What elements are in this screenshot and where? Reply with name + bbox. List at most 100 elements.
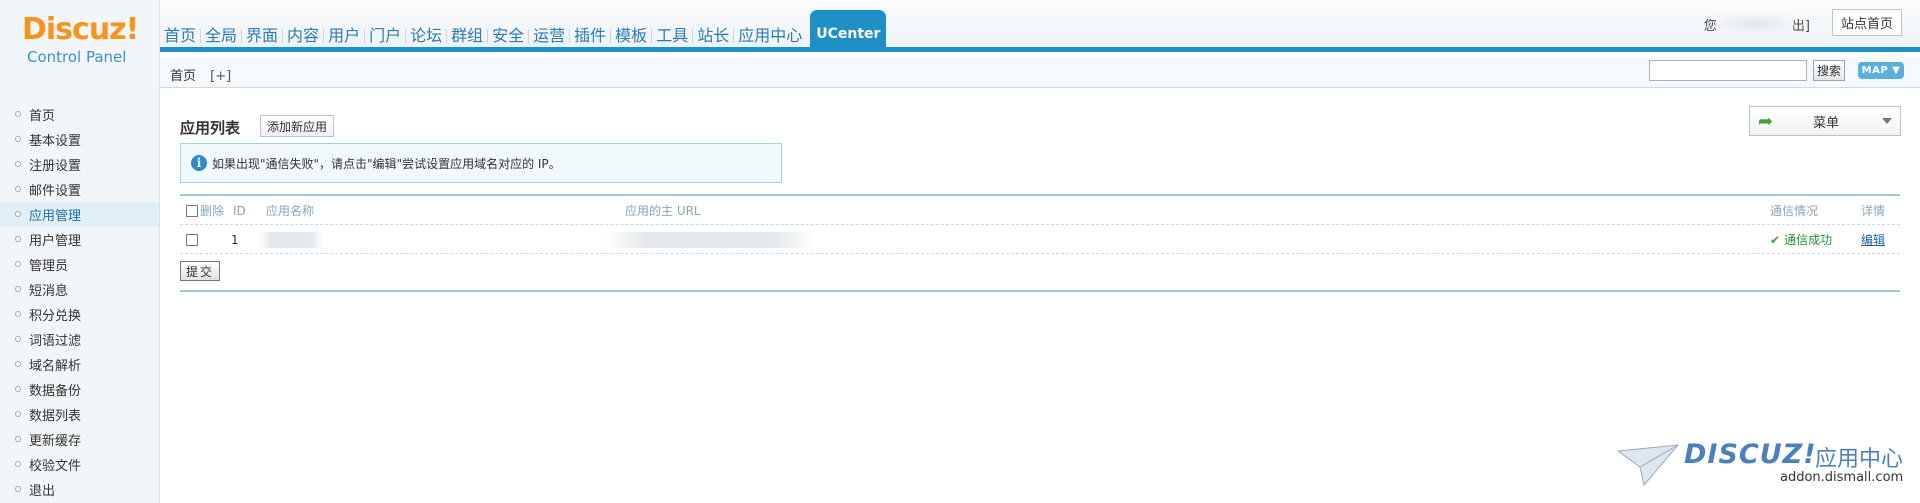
bullet-icon <box>15 361 21 367</box>
bullet-icon <box>15 336 21 342</box>
watermark-logo: DISCUZ! <box>1684 439 1817 470</box>
header-status: 通信情况 <box>1770 204 1819 218</box>
paper-plane-icon <box>1618 444 1680 487</box>
info-icon: i <box>191 155 207 171</box>
nav-item[interactable]: 门户 <box>365 10 405 52</box>
logo-subtitle: Control Panel <box>27 48 127 66</box>
bullet-icon <box>15 311 21 317</box>
select-all-checkbox[interactable] <box>186 196 198 225</box>
bullet-icon <box>15 111 21 117</box>
bullet-icon <box>15 236 21 242</box>
edit-cell: 编辑 <box>1861 225 1885 254</box>
sidebar: 首页基本设置注册设置邮件设置 应用管理用户管理管理员短消息积分兑换词语过滤域名解析… <box>0 88 160 503</box>
breadcrumb-home[interactable]: 首页 <box>170 69 196 84</box>
bullet-icon <box>15 486 21 492</box>
add-shortcut-button[interactable]: [+] <box>210 69 231 84</box>
submit-row: 提交 <box>180 254 1900 292</box>
watermark-url: addon.dismall.com <box>1780 470 1904 485</box>
sidebar-item-label: 退出 <box>29 484 56 499</box>
sub-bar: 首页 [+] 搜索 MAP ▼ <box>160 57 1920 88</box>
sidebar-item-label: 积分兑换 <box>29 309 82 324</box>
sidebar-item[interactable]: 域名解析 <box>0 352 159 377</box>
table-header: 删除 ID 应用名称 应用的主 URL 通信情况 详情 <box>180 196 1900 225</box>
share-arrow-icon: ➦ <box>1758 110 1774 132</box>
sidebar-item[interactable]: 应用管理 <box>0 202 159 227</box>
bullet-icon <box>15 436 21 442</box>
sidebar-item-label: 注册设置 <box>29 159 82 174</box>
app-table: 删除 ID 应用名称 应用的主 URL 通信情况 详情 1 ✔ 通信成功 编辑 … <box>180 194 1900 292</box>
sidebar-item[interactable]: 短消息 <box>0 277 159 302</box>
nav-item[interactable]: 插件 <box>570 10 610 52</box>
row-url-redacted <box>605 225 815 254</box>
submit-button[interactable]: 提交 <box>180 261 221 281</box>
nav-item[interactable]: 论坛 <box>406 10 446 52</box>
bullet-icon <box>15 386 21 392</box>
table-row: 1 ✔ 通信成功 编辑 <box>180 225 1900 254</box>
sidebar-item[interactable]: 更新缓存 <box>0 427 159 452</box>
nav-item[interactable]: 全局 <box>201 10 241 52</box>
sidebar-item-label: 数据列表 <box>29 409 82 424</box>
sidebar-item[interactable]: 管理员 <box>0 252 159 277</box>
blurred-username <box>1716 14 1792 34</box>
sidebar-item[interactable]: 数据备份 <box>0 377 159 402</box>
sidebar-item-label: 数据备份 <box>29 384 82 399</box>
sidebar-item-label: 域名解析 <box>29 359 82 374</box>
sidebar-item-label: 管理员 <box>29 259 69 274</box>
watermark-app-center: 应用中心 <box>1815 447 1904 472</box>
nav-item[interactable]: 首页 <box>160 10 200 52</box>
menu-label: 菜单 <box>1813 115 1840 131</box>
user-area: 您 出] <box>1704 14 1810 34</box>
sidebar-item[interactable]: 退出 <box>0 477 159 502</box>
nav-item[interactable]: 界面 <box>242 10 282 52</box>
breadcrumb: 首页 [+] <box>170 65 231 84</box>
sidebar-item-label: 基本设置 <box>29 134 82 149</box>
sidebar-item[interactable]: 积分兑换 <box>0 302 159 327</box>
map-label: MAP <box>1861 65 1889 76</box>
nav-item[interactable]: 模板 <box>611 10 651 52</box>
bullet-icon <box>15 186 21 192</box>
info-notice: i 如果出现"通信失败"，请点击"编辑"尝试设置应用域名对应的 IP。 <box>180 143 782 183</box>
menu-dropdown[interactable]: ➦ 菜单 <box>1749 106 1901 136</box>
nav-item[interactable]: 站长 <box>693 10 733 52</box>
sidebar-item[interactable]: 词语过滤 <box>0 327 159 352</box>
nav-item[interactable]: 运营 <box>529 10 569 52</box>
logo[interactable]: Discuz! Control Panel <box>0 0 160 88</box>
nav-item[interactable]: 群组 <box>447 10 487 52</box>
nav-item[interactable]: 内容 <box>283 10 323 52</box>
check-icon: ✔ <box>1770 232 1781 247</box>
nav-item[interactable]: 用户 <box>324 10 364 52</box>
search-button[interactable]: 搜索 <box>1813 60 1845 81</box>
sidebar-item[interactable]: 校验文件 <box>0 452 159 477</box>
bullet-icon <box>15 161 21 167</box>
row-id: 1 <box>231 232 239 247</box>
map-button[interactable]: MAP ▼ <box>1858 62 1904 79</box>
bullet-icon <box>15 286 21 292</box>
status-text: 通信成功 <box>1784 233 1833 247</box>
search-input[interactable] <box>1649 60 1807 81</box>
bullet-icon <box>15 261 21 267</box>
sidebar-item[interactable]: 注册设置 <box>0 152 159 177</box>
sidebar-item[interactable]: 首页 <box>0 102 159 127</box>
site-home-button[interactable]: 站点首页 <box>1831 9 1902 36</box>
sidebar-item[interactable]: 用户管理 <box>0 227 159 252</box>
sidebar-item[interactable]: 邮件设置 <box>0 177 159 202</box>
sidebar-item-label: 用户管理 <box>29 234 82 249</box>
top-header: 首页 全局 界面 内容 用户 门户 论坛 群组 安全 运营 插件 模板 工具 站长 应用中心 UCenter … <box>0 0 1920 52</box>
edit-link[interactable]: 编辑 <box>1861 231 1885 248</box>
watermark: DISCUZ! 应用中心 addon.dismall.com <box>1618 439 1908 493</box>
add-app-button[interactable]: 添加新应用 <box>260 115 335 137</box>
user-greeting: 您 <box>1703 18 1717 34</box>
sidebar-item[interactable]: 基本设置 <box>0 127 159 152</box>
row-checkbox[interactable] <box>186 225 198 254</box>
nav-item[interactable]: 安全 <box>488 10 528 52</box>
arrow-down-icon: ▼ <box>1888 65 1901 76</box>
row-name-redacted <box>258 225 323 254</box>
nav-item-ucenter[interactable]: UCenter <box>810 10 887 52</box>
sidebar-item-label: 校验文件 <box>29 459 82 474</box>
nav-item[interactable]: 应用中心 <box>734 10 806 52</box>
sidebar-item[interactable]: 数据列表 <box>0 402 159 427</box>
logout-link[interactable]: 出] <box>1792 15 1810 34</box>
nav-item[interactable]: 工具 <box>652 10 692 52</box>
header-url: 应用的主 URL <box>625 204 701 218</box>
sidebar-item-label: 词语过滤 <box>29 334 82 349</box>
